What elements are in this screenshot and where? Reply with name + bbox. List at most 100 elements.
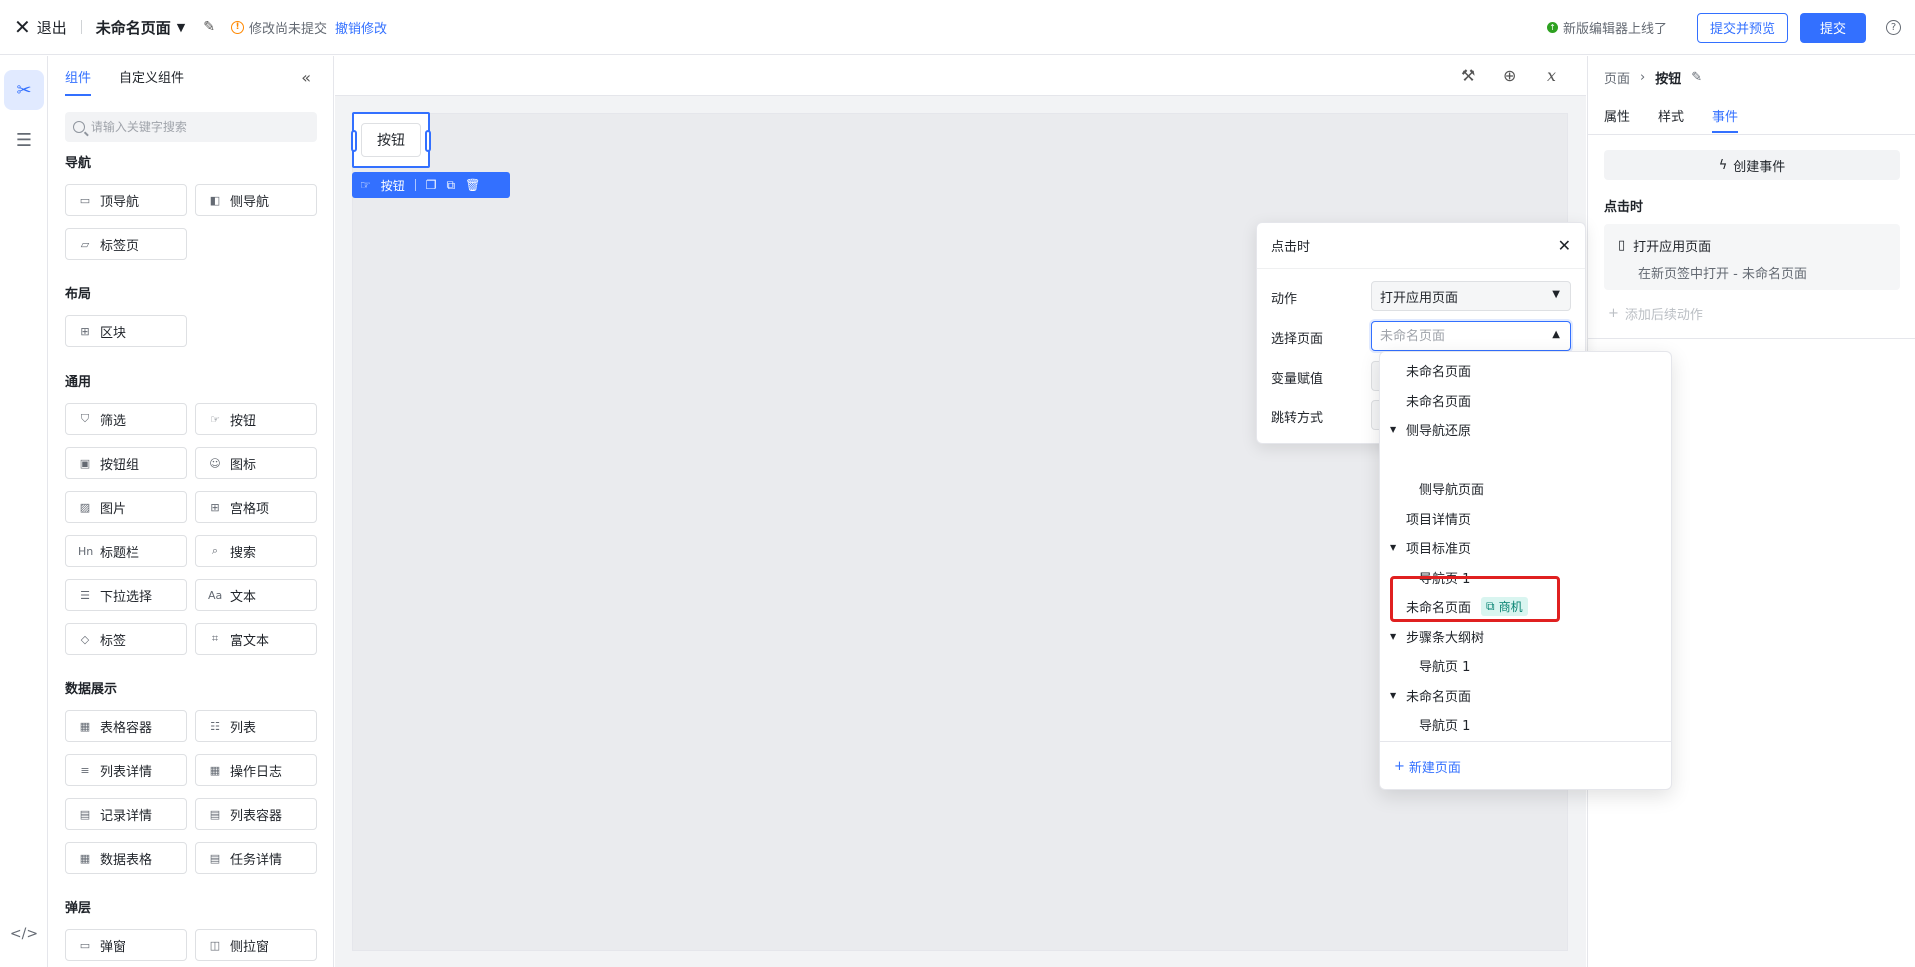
component-task-detail[interactable]: ▤ 任务详情 <box>195 842 317 874</box>
popup-title: 点击时 <box>1271 240 1311 255</box>
action-label: 动作 <box>1271 292 1298 307</box>
tab-events[interactable]: 事件 <box>1712 106 1739 133</box>
exit-button[interactable]: ✕ 退出 <box>14 17 67 38</box>
page-option[interactable]: 导航页 1 <box>1419 715 1470 734</box>
component-block[interactable]: ⊞ 区块 <box>65 315 187 347</box>
copy-icon[interactable]: ❐ <box>426 178 437 192</box>
submit-button[interactable]: 提交 <box>1799 12 1866 43</box>
component-filter[interactable]: ⛉ 筛选 <box>65 403 187 435</box>
help-icon[interactable]: ? <box>1886 20 1901 35</box>
close-icon[interactable]: ✕ <box>1558 236 1571 255</box>
page-title-dropdown[interactable]: 未命名页面 ▼ <box>96 17 185 38</box>
create-event-button[interactable]: ϟ 创建事件 <box>1604 150 1900 180</box>
selected-button-frame[interactable]: 按钮 <box>351 112 431 168</box>
component-table-container[interactable]: ▦ 表格容器 <box>65 710 187 742</box>
component-grid-item[interactable]: ⊞ 宫格项 <box>195 491 317 523</box>
tab-custom-components[interactable]: 自定义组件 <box>119 67 184 96</box>
component-search <box>65 112 317 142</box>
page-option[interactable]: 项目详情页 <box>1406 509 1471 528</box>
component-top-nav[interactable]: ▭ 顶导航 <box>65 184 187 216</box>
component-side-nav[interactable]: ◧ 侧导航 <box>195 184 317 216</box>
tab-styles[interactable]: 样式 <box>1658 106 1684 133</box>
page-option[interactable]: 侧导航页面 <box>1419 479 1484 498</box>
code-icon: </> <box>9 926 39 942</box>
select-page-field[interactable]: ▲ <box>1371 321 1571 351</box>
component-tag[interactable]: ◇ 标签 <box>65 623 187 655</box>
component-tabs[interactable]: ▱ 标签页 <box>65 228 187 260</box>
button-icon: ☞ <box>210 412 220 426</box>
component-button-group[interactable]: ▣ 按钮组 <box>65 447 187 479</box>
chevron-up-icon: ▲ <box>1552 329 1560 340</box>
component-list-container[interactable]: ▤ 列表容器 <box>195 798 317 830</box>
add-follow-action-button[interactable]: + 添加后续动作 <box>1608 304 1703 323</box>
component-data-table[interactable]: ▦ 数据表格 <box>65 842 187 874</box>
globe-icon[interactable]: ⊕ <box>1503 66 1516 85</box>
tab-components[interactable]: 组件 <box>65 67 92 96</box>
component-search[interactable]: ⌕ 搜索 <box>195 535 317 567</box>
caret-down-icon[interactable]: ▼ <box>1390 691 1400 700</box>
left-rail: ✂ ☰ </> <box>0 56 48 967</box>
option-label: 未命名页面 <box>1406 395 1472 410</box>
page-option[interactable]: 导航页 1 <box>1419 656 1470 675</box>
code-rail-button[interactable]: </> <box>4 914 44 954</box>
component-record-detail[interactable]: ▤ 记录详情 <box>65 798 187 830</box>
side-nav-icon: ◧ <box>209 193 221 207</box>
component-label: 筛选 <box>100 413 127 429</box>
page-option[interactable]: 未命名页面 <box>1406 391 1471 410</box>
breadcrumb-parent[interactable]: 页面 <box>1604 68 1630 87</box>
caret-down-icon[interactable]: ▼ <box>1390 425 1400 434</box>
chevron-down-icon: ▼ <box>1552 289 1560 300</box>
duplicate-icon[interactable]: ⧉ <box>447 178 456 193</box>
component-rich-text[interactable]: ⌗ 富文本 <box>195 623 317 655</box>
submit-preview-button[interactable]: 提交并预览 <box>1696 12 1788 43</box>
resize-handle-left[interactable] <box>351 130 357 152</box>
heading-icon: Hn <box>78 544 94 558</box>
page-group[interactable]: ▼ 项目标准页 <box>1390 538 1471 557</box>
action-select[interactable]: 打开应用页面 ▼ <box>1371 281 1571 311</box>
tab-properties[interactable]: 属性 <box>1604 106 1630 133</box>
components-rail-button[interactable]: ✂ <box>4 70 44 110</box>
component-list-detail[interactable]: ≡ 列表详情 <box>65 754 187 786</box>
page-group[interactable]: ▼ 步骤条大纲树 <box>1390 627 1484 646</box>
table-icon: ▦ <box>79 719 91 733</box>
resize-handle-right[interactable] <box>425 130 431 152</box>
edit-icon[interactable]: ✎ <box>1691 70 1702 85</box>
section-title-layout: 布局 <box>65 287 92 302</box>
component-text[interactable]: Aa 文本 <box>195 579 317 611</box>
option-label: 未命名页面 <box>1406 690 1472 705</box>
component-label: 操作日志 <box>230 764 283 780</box>
caret-down-icon[interactable]: ▼ <box>1390 632 1400 641</box>
component-select[interactable]: ☰ 下拉选择 <box>65 579 187 611</box>
component-button[interactable]: ☞ 按钮 <box>195 403 317 435</box>
section-title-data: 数据展示 <box>65 682 118 697</box>
page-option[interactable]: 未命名页面 <box>1406 361 1471 380</box>
option-label: 项目详情页 <box>1406 513 1472 528</box>
component-heading[interactable]: Hn 标题栏 <box>65 535 187 567</box>
event-action-card[interactable]: ▯ 打开应用页面 在新页签中打开 - 未命名页面 <box>1604 224 1900 290</box>
component-modal[interactable]: ▭ 弹窗 <box>65 929 187 961</box>
selection-label: 按钮 <box>380 178 405 193</box>
component-label: 标签页 <box>100 238 140 254</box>
new-editor-notice[interactable]: ↑ 新版编辑器上线了 <box>1546 18 1667 37</box>
page-group[interactable]: ▼ 侧导航还原 <box>1390 420 1471 439</box>
edit-title-icon[interactable]: ✎ <box>203 19 215 35</box>
new-page-button[interactable]: + 新建页面 <box>1394 757 1461 776</box>
component-list[interactable]: ☷ 列表 <box>195 710 317 742</box>
component-drawer[interactable]: ◫ 侧拉窗 <box>195 929 317 961</box>
delete-icon[interactable]: 🗑 <box>465 178 480 192</box>
toolbar-divider <box>414 179 416 191</box>
caret-down-icon[interactable]: ▼ <box>1390 543 1400 552</box>
component-image[interactable]: ▨ 图片 <box>65 491 187 523</box>
formula-icon[interactable]: x <box>1547 66 1556 85</box>
component-search-input[interactable] <box>90 120 309 134</box>
components-icon: ✂ <box>16 79 32 101</box>
collapse-panel-icon[interactable]: « <box>301 68 311 87</box>
wrench-icon[interactable]: ⚒ <box>1461 66 1475 85</box>
outline-rail-button[interactable]: ☰ <box>4 120 44 160</box>
page-group[interactable]: ▼ 未命名页面 <box>1390 686 1471 705</box>
component-operation-log[interactable]: ▦ 操作日志 <box>195 754 317 786</box>
component-icon[interactable]: ☺ 图标 <box>195 447 317 479</box>
canvas-button[interactable]: 按钮 <box>361 123 421 157</box>
undo-changes-link[interactable]: 撤销修改 <box>335 18 387 37</box>
select-page-input[interactable] <box>1380 328 1540 344</box>
